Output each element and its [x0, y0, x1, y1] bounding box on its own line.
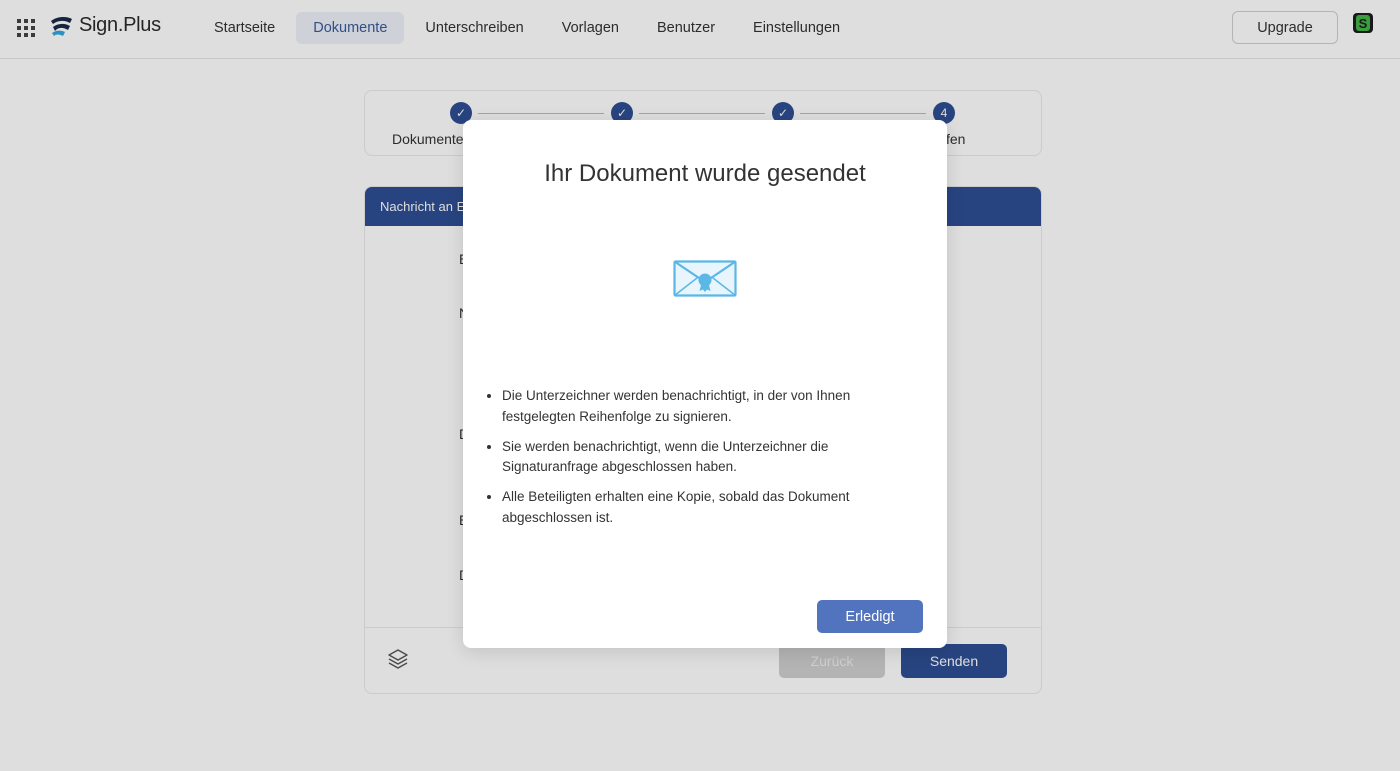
- envelope-icon: [673, 260, 737, 297]
- info-item: Sie werden benachrichtigt, wenn die Unte…: [502, 437, 902, 478]
- info-list: Die Unterzeichner werden benachrichtigt,…: [487, 386, 902, 538]
- sent-confirmation-dialog: Ihr Dokument wurde gesendet Die Unterzei…: [463, 120, 947, 648]
- dialog-title: Ihr Dokument wurde gesendet: [544, 160, 866, 187]
- info-item: Alle Beteiligten erhalten eine Kopie, so…: [502, 487, 902, 528]
- done-button[interactable]: Erledigt: [817, 600, 923, 633]
- info-item: Die Unterzeichner werden benachrichtigt,…: [502, 386, 902, 427]
